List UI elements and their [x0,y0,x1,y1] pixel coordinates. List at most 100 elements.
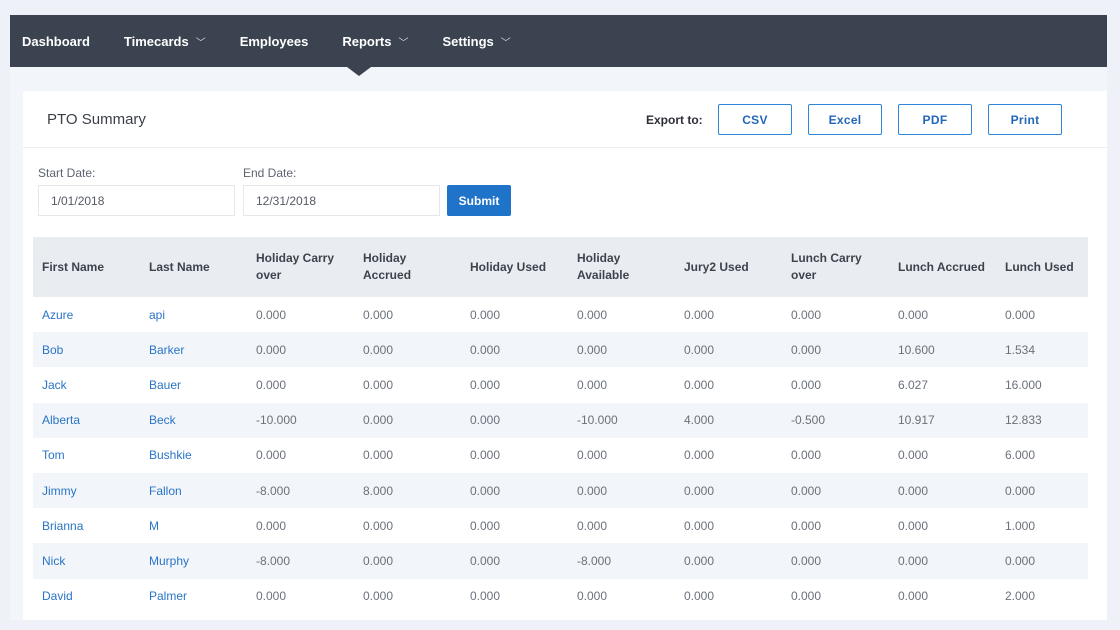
cell-holiday-available: 0.000 [568,472,675,509]
cell-lunch-used: 12.833 [996,402,1088,438]
cell-lunch-used: 0.000 [996,297,1088,333]
cell-lunch-used: 0.000 [996,472,1088,509]
column-header-holiday-available[interactable]: Holiday Available [568,237,675,297]
cell-holiday-accrued: 0.000 [354,402,461,438]
table-row[interactable]: Alberta Beck -10.000 0.000 0.000 -10.000 4.000… [33,402,1088,438]
column-header-holiday-used[interactable]: Holiday Used [461,237,568,297]
table-row[interactable]: Tom Bushkie 0.000 0.000 0.000 0.000 0.000 0.000… [33,437,1088,473]
column-header-jury2-used[interactable]: Jury2 Used [675,237,782,297]
cell-lunch-used: 2.000 [996,578,1088,614]
cell-lunch-carry-over: 0.000 [782,578,889,614]
table-row[interactable]: Brianna M 0.000 0.000 0.000 0.000 0.000 0.000 0.… [33,508,1088,544]
cell-last-name[interactable]: Bushkie [140,437,247,473]
cell-holiday-used: 0.000 [461,402,568,438]
cell-holiday-carry-over: 0.000 [247,508,354,544]
nav-reports-label: Reports [342,33,392,49]
table-row[interactable]: Azure api 0.000 0.000 0.000 0.000 0.000 0.000 0.… [33,297,1088,333]
cell-first-name[interactable]: David [33,578,140,614]
pto-summary-card: PTO Summary Export to: CSV Excel PDF Pri… [23,91,1107,620]
nav-reports[interactable]: Reports ﹀ [342,34,408,49]
active-nav-caret [347,67,371,76]
cell-last-name[interactable]: Fallon [140,472,247,509]
cell-last-name[interactable]: api [140,297,247,333]
cell-holiday-accrued: 0.000 [354,297,461,333]
cell-lunch-carry-over: 0.000 [782,297,889,333]
column-header-lunch-carry-over[interactable]: Lunch Carry over [782,237,889,297]
start-date-input[interactable] [38,185,235,216]
table-header-row: First Name Last Name Holiday Carry over … [33,237,1088,297]
cell-holiday-used: 0.000 [461,297,568,333]
nav-timecards[interactable]: Timecards ﹀ [124,34,206,49]
column-header-last-name[interactable]: Last Name [140,237,247,297]
cell-jury2-used: 4.000 [675,402,782,438]
cell-holiday-available: -10.000 [568,402,675,438]
table-row[interactable]: Jack Bauer 0.000 0.000 0.000 0.000 0.000 0.000 6… [33,367,1088,403]
cell-last-name[interactable]: Murphy [140,543,247,579]
export-pdf-button[interactable]: PDF [898,104,972,135]
nav-dashboard[interactable]: Dashboard [22,34,90,49]
cell-holiday-carry-over: 0.000 [247,332,354,368]
cell-lunch-accrued: 0.000 [889,297,996,333]
print-button[interactable]: Print [988,104,1062,135]
table-row[interactable]: Nick Murphy -8.000 0.000 0.000 -8.000 0.000 0.0… [33,543,1088,579]
end-date-label: End Date: [243,166,297,180]
table-row[interactable]: Bob Barker 0.000 0.000 0.000 0.000 0.000 0.000 1… [33,332,1088,368]
cell-last-name[interactable]: M [140,508,247,544]
column-header-lunch-used[interactable]: Lunch Used [996,237,1088,297]
cell-lunch-used: 1.534 [996,332,1088,368]
export-excel-button[interactable]: Excel [808,104,882,135]
table-row[interactable]: David Palmer 0.000 0.000 0.000 0.000 0.000 0.00… [33,578,1088,614]
cell-first-name[interactable]: Brianna [33,508,140,544]
app-frame: Dashboard Timecards ﹀ Employees Reports … [10,15,1107,620]
nav-settings-label: Settings [442,33,494,49]
cell-holiday-available: -8.000 [568,543,675,579]
cell-jury2-used: 0.000 [675,543,782,579]
cell-first-name[interactable]: Alberta [33,402,140,438]
cell-first-name[interactable]: Tom [33,437,140,473]
cell-lunch-accrued: 6.027 [889,367,996,403]
submit-button[interactable]: Submit [447,185,511,216]
cell-first-name[interactable]: Jack [33,367,140,403]
cell-lunch-carry-over: 0.000 [782,508,889,544]
end-date-input[interactable] [243,185,440,216]
cell-first-name[interactable]: Jimmy [33,472,140,509]
cell-holiday-accrued: 0.000 [354,543,461,579]
table-row[interactable]: Jimmy Fallon -8.000 8.000 0.000 0.000 0.000 0.0… [33,472,1088,509]
cell-holiday-used: 0.000 [461,508,568,544]
column-header-lunch-accrued[interactable]: Lunch Accrued [889,237,996,297]
page-title: PTO Summary [47,111,146,128]
cell-holiday-carry-over: 0.000 [247,437,354,473]
cell-holiday-carry-over: 0.000 [247,297,354,333]
cell-holiday-accrued: 0.000 [354,578,461,614]
cell-lunch-used: 16.000 [996,367,1088,403]
card-header: PTO Summary Export to: CSV Excel PDF Pri… [23,91,1107,148]
cell-last-name[interactable]: Bauer [140,367,247,403]
cell-first-name[interactable]: Nick [33,543,140,579]
nav-settings[interactable]: Settings ﹀ [442,34,510,49]
cell-last-name[interactable]: Beck [140,402,247,438]
nav-employees[interactable]: Employees [240,34,309,49]
table-body: Azure api 0.000 0.000 0.000 0.000 0.000 0.000 0.… [33,297,1088,614]
cell-holiday-carry-over: -10.000 [247,402,354,438]
export-csv-button[interactable]: CSV [718,104,792,135]
column-header-holiday-carry-over[interactable]: Holiday Carry over [247,237,354,297]
cell-lunch-carry-over: 0.000 [782,437,889,473]
cell-jury2-used: 0.000 [675,297,782,333]
column-header-first-name[interactable]: First Name [33,237,140,297]
column-header-holiday-accrued[interactable]: Holiday Accrued [354,237,461,297]
chevron-down-icon: ﹀ [398,37,409,49]
cell-last-name[interactable]: Palmer [140,578,247,614]
cell-holiday-carry-over: -8.000 [247,472,354,509]
cell-jury2-used: 0.000 [675,367,782,403]
cell-holiday-available: 0.000 [568,578,675,614]
cell-holiday-available: 0.000 [568,508,675,544]
cell-holiday-available: 0.000 [568,437,675,473]
cell-jury2-used: 0.000 [675,508,782,544]
cell-first-name[interactable]: Bob [33,332,140,368]
cell-first-name[interactable]: Azure [33,297,140,333]
cell-lunch-used: 6.000 [996,437,1088,473]
cell-lunch-carry-over: 0.000 [782,332,889,368]
cell-lunch-accrued: 0.000 [889,472,996,509]
cell-last-name[interactable]: Barker [140,332,247,368]
cell-jury2-used: 0.000 [675,578,782,614]
